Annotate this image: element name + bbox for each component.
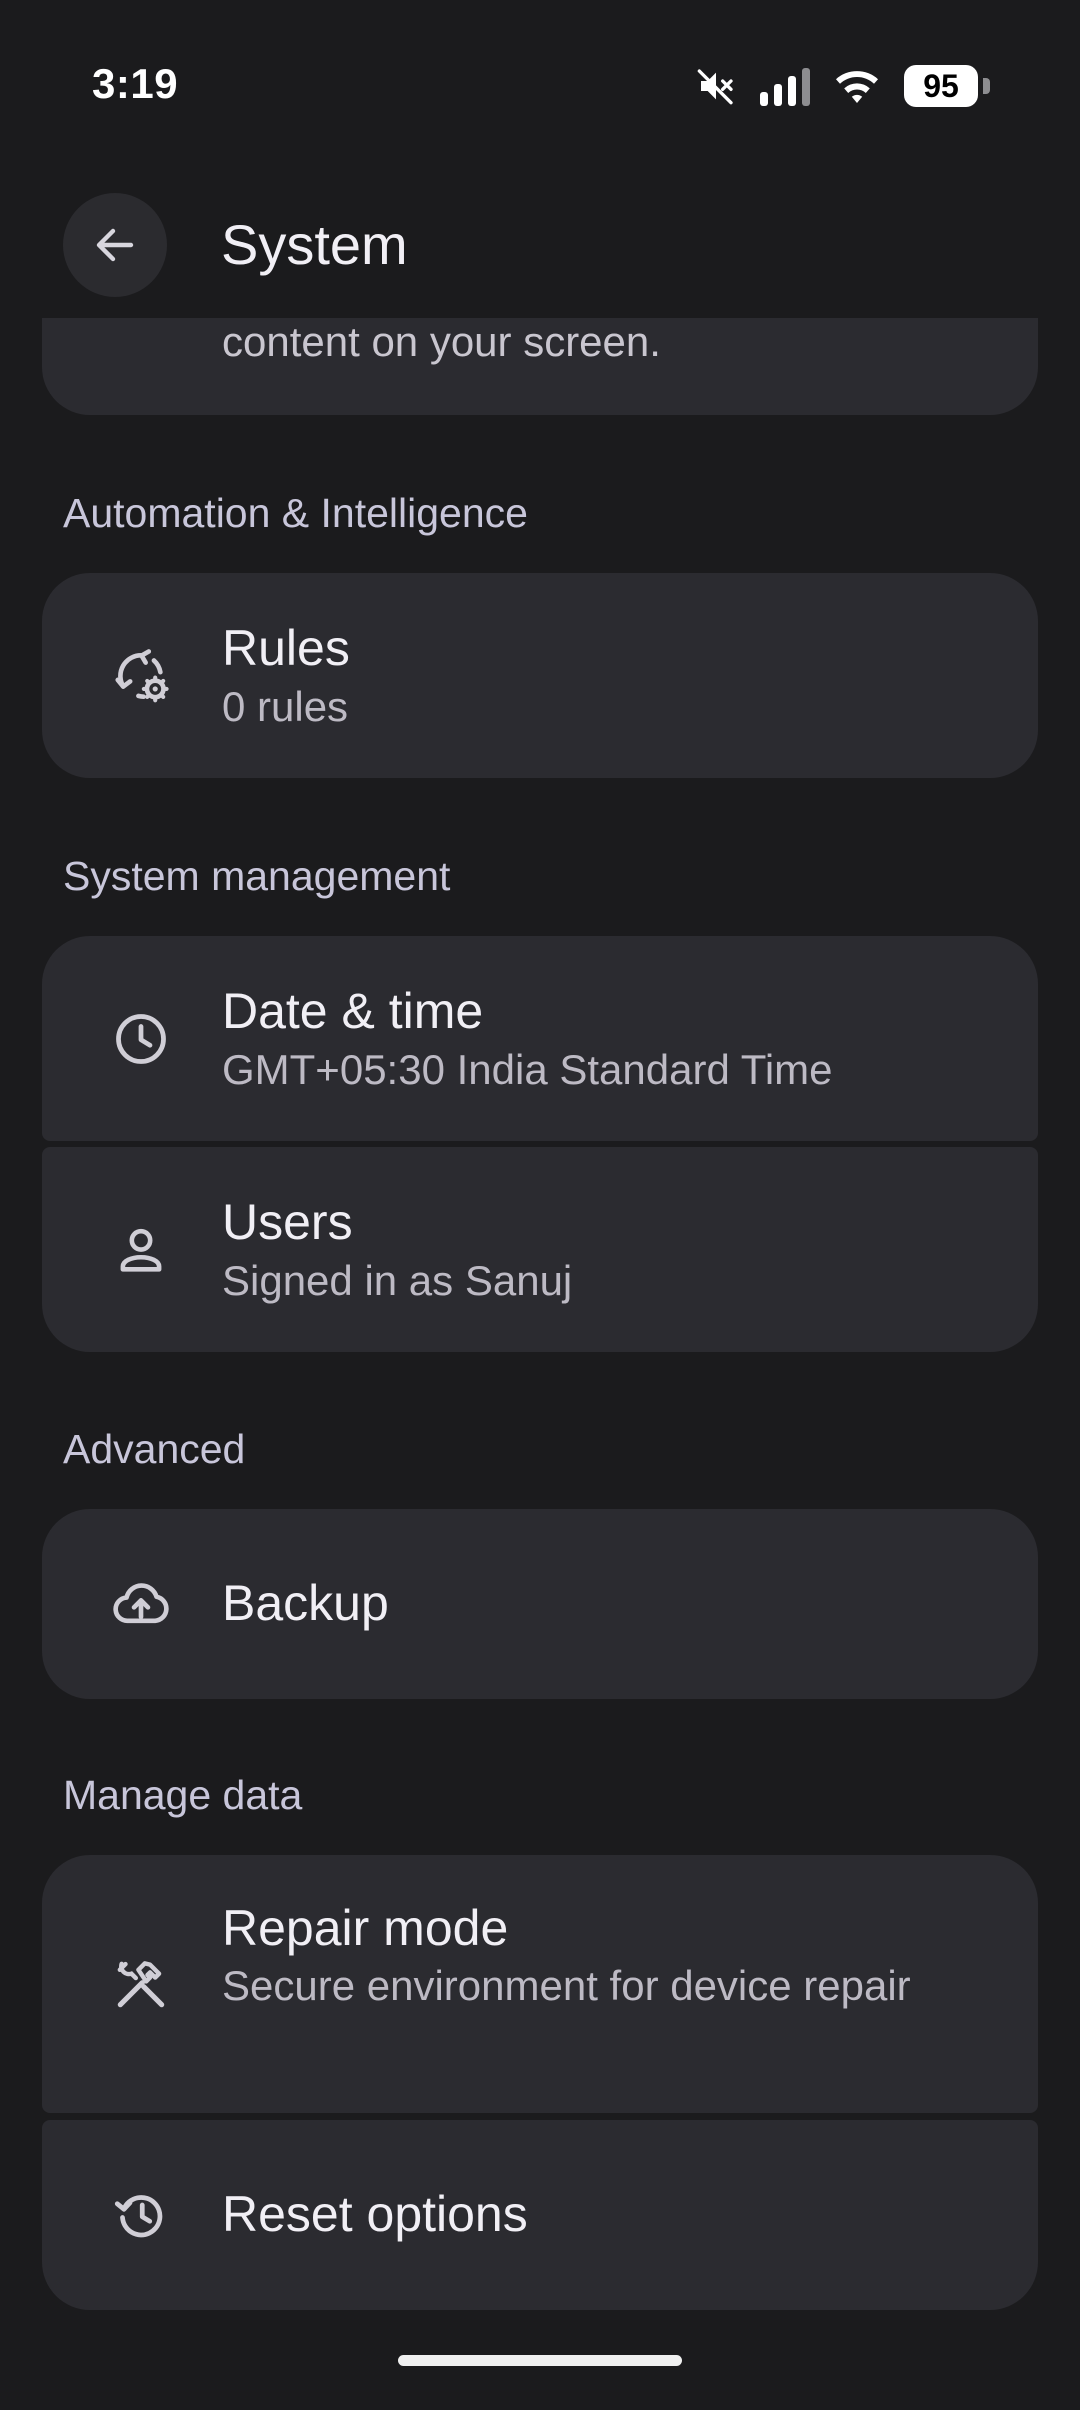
settings-item-reset-options[interactable]: Reset options bbox=[42, 2120, 1038, 2310]
rules-icon bbox=[106, 641, 176, 711]
gesture-nav-handle[interactable] bbox=[398, 2355, 682, 2366]
partial-item-subtitle: content on your screen. bbox=[222, 318, 661, 365]
settings-item-rules[interactable]: Rules 0 rules bbox=[42, 573, 1038, 778]
users-subtitle: Signed in as Sanuj bbox=[222, 1257, 573, 1304]
users-title: Users bbox=[222, 1194, 353, 1250]
wifi-icon bbox=[836, 71, 878, 103]
rules-title: Rules bbox=[222, 620, 350, 676]
repair-mode-subtitle: Secure environment for device repair bbox=[222, 1962, 911, 2009]
settings-screen: 3:19 95 System content on your screen. A… bbox=[0, 0, 1080, 2410]
rules-subtitle: 0 rules bbox=[222, 683, 349, 730]
repair-tools-icon bbox=[106, 1949, 176, 2019]
person-icon bbox=[106, 1215, 176, 1285]
settings-item-date-time[interactable]: Date & time GMT+05:30 India Standard Tim… bbox=[42, 936, 1038, 1141]
battery-level: 95 bbox=[904, 65, 978, 107]
status-time: 3:19 bbox=[92, 60, 179, 107]
signal-icon bbox=[760, 68, 810, 106]
date-time-title: Date & time bbox=[222, 983, 484, 1039]
history-icon bbox=[106, 2180, 176, 2250]
back-button[interactable] bbox=[63, 193, 167, 297]
reset-options-title: Reset options bbox=[222, 2186, 528, 2242]
status-icons: 95 bbox=[696, 62, 990, 110]
section-header-advanced: Advanced bbox=[63, 1426, 246, 1472]
arrow-back-icon bbox=[96, 228, 134, 262]
cloud-upload-icon bbox=[106, 1569, 176, 1639]
page-title: System bbox=[221, 213, 408, 276]
battery-icon: 95 bbox=[904, 65, 990, 107]
repair-mode-title: Repair mode bbox=[222, 1900, 509, 1956]
settings-item-repair-mode[interactable]: Repair mode Secure environment for devic… bbox=[42, 1855, 1038, 2113]
mute-icon bbox=[697, 69, 733, 105]
clock-icon bbox=[106, 1004, 176, 1074]
settings-item-users[interactable]: Users Signed in as Sanuj bbox=[42, 1147, 1038, 1352]
battery-tip bbox=[983, 78, 990, 94]
section-header-automation: Automation & Intelligence bbox=[63, 490, 528, 536]
section-header-manage-data: Manage data bbox=[63, 1772, 303, 1818]
section-header-system-management: System management bbox=[63, 853, 451, 899]
partial-settings-item[interactable]: content on your screen. bbox=[42, 318, 1038, 415]
date-time-subtitle: GMT+05:30 India Standard Time bbox=[222, 1046, 833, 1093]
settings-item-backup[interactable]: Backup bbox=[42, 1509, 1038, 1699]
status-bar: 3:19 95 bbox=[0, 0, 1080, 170]
backup-title: Backup bbox=[222, 1575, 389, 1631]
